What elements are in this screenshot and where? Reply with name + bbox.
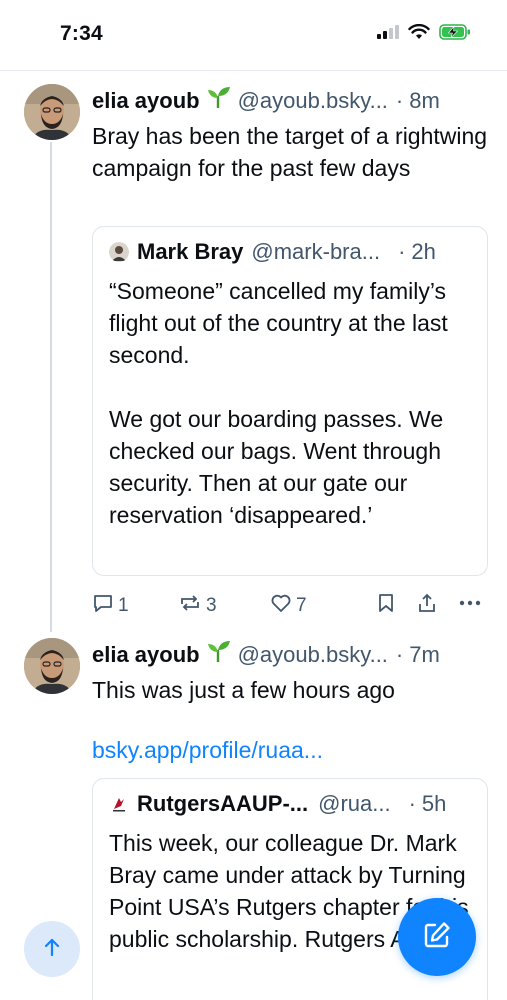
more-options-button[interactable] [458,592,482,620]
status-bar: 7:34 [0,0,507,70]
compose-pencil-icon [421,919,453,956]
quote-header: RutgersAAUP-... @rua... · 5h [109,791,446,817]
author-handle[interactable]: @ayoub.bsky... [238,642,388,668]
share-button[interactable] [416,592,438,620]
separator-dot: · [395,88,404,113]
quote-text: “Someone” cancelled my family’s flight o… [109,278,448,528]
more-dots-icon [458,592,482,620]
repost-button[interactable]: 3 [178,592,217,620]
sprout-icon [206,640,232,668]
avatar[interactable] [24,638,80,694]
separator-dot: · [408,791,416,816]
cellular-signal-icon [377,25,399,44]
reply-count: 1 [118,595,129,616]
post-time: 7m [409,642,440,667]
post-actions: 1 3 7 [92,592,492,620]
quote-author-handle: @rua... [318,791,391,816]
repost-icon [178,592,202,620]
quote-time: 2h [411,239,436,264]
reply-icon [92,592,114,620]
post-time: 8m [409,88,440,113]
bookmark-button[interactable] [376,592,396,620]
arrow-up-icon [41,936,63,963]
author-name[interactable]: elia ayoub [92,88,200,114]
separator-dot: · [398,239,406,264]
quote-avatar [109,242,129,262]
like-count: 7 [296,595,307,616]
quote-post-card[interactable]: Mark Bray @mark-bra... · 2h “Someone” ca… [92,226,488,576]
quote-header: Mark Bray @mark-bra... · 2h [109,239,436,265]
compose-button[interactable] [398,898,476,976]
separator-dot: · [395,642,404,667]
quote-author-name: Mark Bray [137,239,244,264]
quote-author-name: RutgersAAUP-... [137,791,309,816]
status-time: 7:34 [60,22,103,45]
post-header: elia ayoub @ayoub.bsky... · 8m [92,86,440,114]
quote-avatar [109,794,129,814]
scroll-to-top-button[interactable] [24,921,80,977]
post-header: elia ayoub @ayoub.bsky... · 7m [92,640,440,668]
sprout-icon [206,86,232,114]
share-icon [416,592,438,620]
quote-time: 5h [421,791,447,816]
avatar[interactable] [24,84,80,140]
wifi-icon [408,23,430,45]
thread-line [50,142,52,632]
author-name[interactable]: elia ayoub [92,642,200,668]
post-text: This was just a few hours ago [92,677,395,703]
post-link[interactable]: bsky.app/profile/ruaa... [92,737,323,764]
quote-author-handle: @mark-bra... [251,239,381,264]
post-text: Bray has been the target of a rightwing … [92,123,488,181]
repost-count: 3 [206,595,217,616]
heart-icon [270,592,292,620]
bookmark-icon [376,592,396,620]
top-divider [0,70,507,71]
like-button[interactable]: 7 [270,592,307,620]
reply-button[interactable]: 1 [92,592,129,620]
status-icons [377,23,471,45]
author-handle[interactable]: @ayoub.bsky... [238,88,388,114]
battery-charging-icon [439,24,471,45]
